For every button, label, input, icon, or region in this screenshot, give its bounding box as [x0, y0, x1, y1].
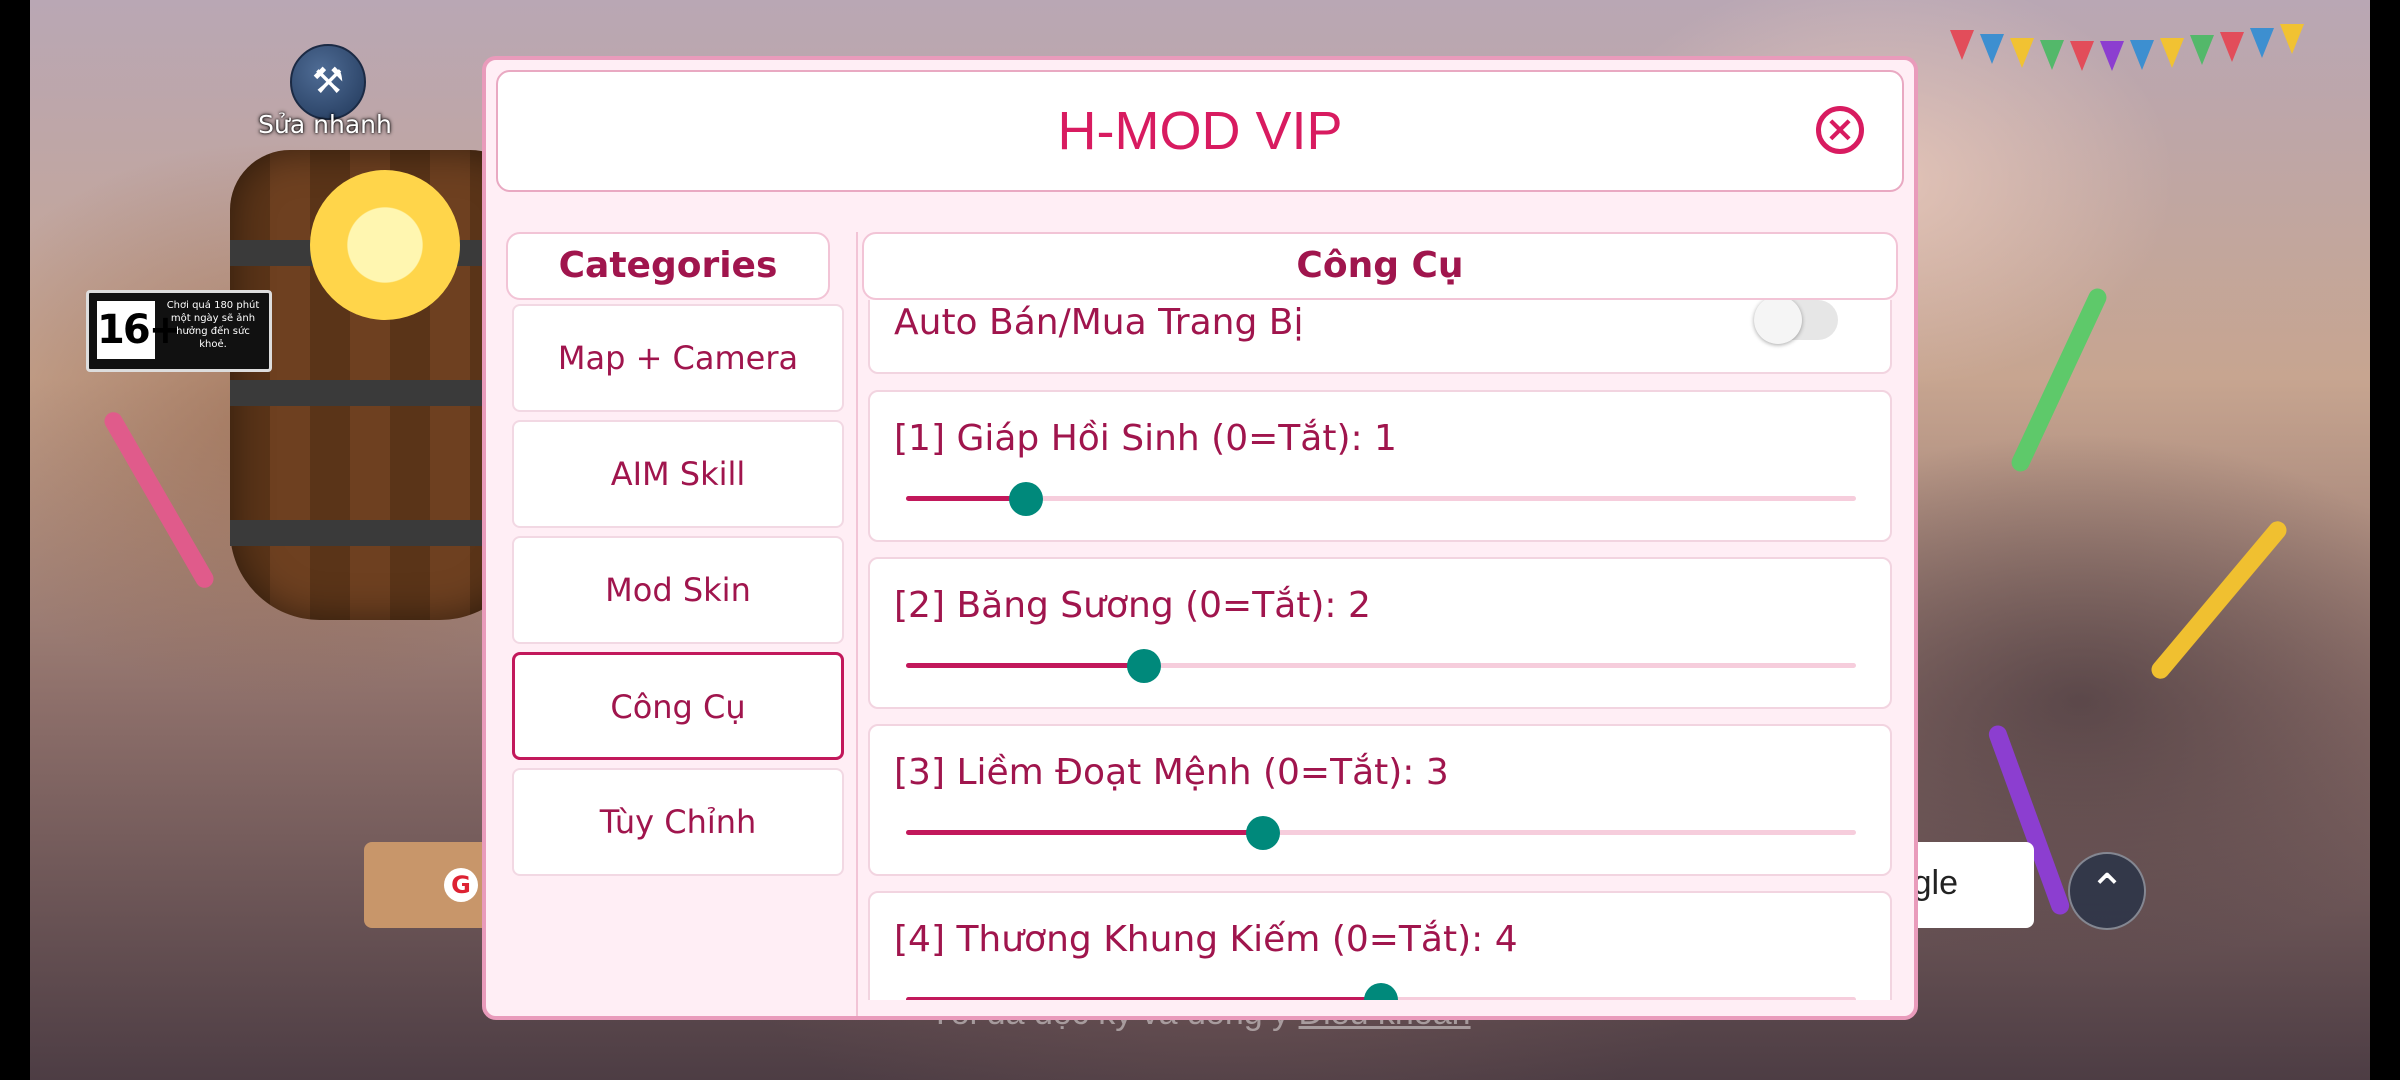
close-button[interactable]: ×	[1816, 106, 1864, 154]
dialog-title: H-MOD VIP	[1057, 101, 1343, 161]
quick-fix-label: Sửa nhanh	[258, 110, 392, 139]
bunting-flags	[1950, 24, 2304, 71]
slider-thumb[interactable]	[1364, 983, 1398, 1000]
auto-shop-label: Auto Bán/Mua Trang Bị	[894, 302, 1304, 343]
slider-fill	[906, 997, 1381, 1000]
slider-track[interactable]	[906, 816, 1856, 850]
section-header: Công Cụ	[862, 232, 1898, 300]
slider-thumb[interactable]	[1008, 482, 1043, 516]
scroll-up-button[interactable]: ⌃	[2068, 852, 2146, 930]
mod-menu-dialog: H-MOD VIP × Categories Map + Camera AIM …	[482, 56, 1918, 1020]
letterbox-left	[0, 0, 30, 1080]
slider-fill	[906, 663, 1144, 668]
auto-shop-card: Auto Bán/Mua Trang Bị	[868, 300, 1892, 374]
slider-label: [1] Giáp Hồi Sinh (0=Tắt): 1	[894, 418, 1397, 459]
slider-card: [2] Băng Sương (0=Tắt): 2	[868, 557, 1892, 709]
slider-card: [3] Liềm Đoạt Mệnh (0=Tắt): 3	[868, 724, 1892, 876]
slider-card: [4] Thương Khung Kiếm (0=Tắt): 4	[868, 891, 1892, 1000]
auto-shop-toggle[interactable]	[1754, 300, 1838, 344]
categories-header: Categories	[506, 232, 830, 300]
age-rating: 16+	[97, 301, 182, 359]
slider-card: [1] Giáp Hồi Sinh (0=Tắt): 1	[868, 390, 1892, 542]
age-rating-badge: 16+ Chơi quá 180 phút một ngày sẽ ảnh hư…	[86, 290, 272, 372]
slider-label: [2] Băng Sương (0=Tắt): 2	[894, 585, 1371, 626]
slider-label: [3] Liềm Đoạt Mệnh (0=Tắt): 3	[894, 752, 1449, 793]
chevron-up-icon: ⌃	[2088, 865, 2126, 916]
garena-icon: G	[444, 868, 478, 902]
category-mod-skin[interactable]: Mod Skin	[512, 536, 844, 644]
slider-fill	[906, 496, 1026, 501]
dialog-header: H-MOD VIP ×	[496, 70, 1904, 192]
slider-track[interactable]	[906, 482, 1856, 516]
slider-fill	[906, 830, 1264, 835]
category-cong-cu[interactable]: Công Cụ	[512, 652, 844, 760]
settings-scroll-area[interactable]: Auto Bán/Mua Trang Bị [1] Giáp Hồi Sinh …	[868, 300, 1902, 1000]
lemon-artwork	[310, 170, 460, 320]
slider-label: [4] Thương Khung Kiếm (0=Tắt): 4	[894, 919, 1518, 960]
close-icon: ×	[1824, 109, 1856, 150]
age-note: Chơi quá 180 phút một ngày sẽ ảnh hưởng …	[166, 300, 260, 350]
wrench-hammer-icon: ⚒	[311, 61, 345, 102]
panel-divider	[856, 232, 858, 1016]
slider-thumb[interactable]	[1126, 649, 1161, 683]
quick-fix-button[interactable]: ⚒	[290, 44, 366, 120]
letterbox-right	[2370, 0, 2400, 1080]
slider-thumb[interactable]	[1246, 816, 1281, 850]
slider-track[interactable]	[906, 649, 1856, 683]
category-aim-skill[interactable]: AIM Skill	[512, 420, 844, 528]
slider-track[interactable]	[906, 983, 1856, 1000]
toggle-knob	[1754, 300, 1802, 344]
category-tuy-chinh[interactable]: Tùy Chỉnh	[512, 768, 844, 876]
category-map-camera[interactable]: Map + Camera	[512, 304, 844, 412]
